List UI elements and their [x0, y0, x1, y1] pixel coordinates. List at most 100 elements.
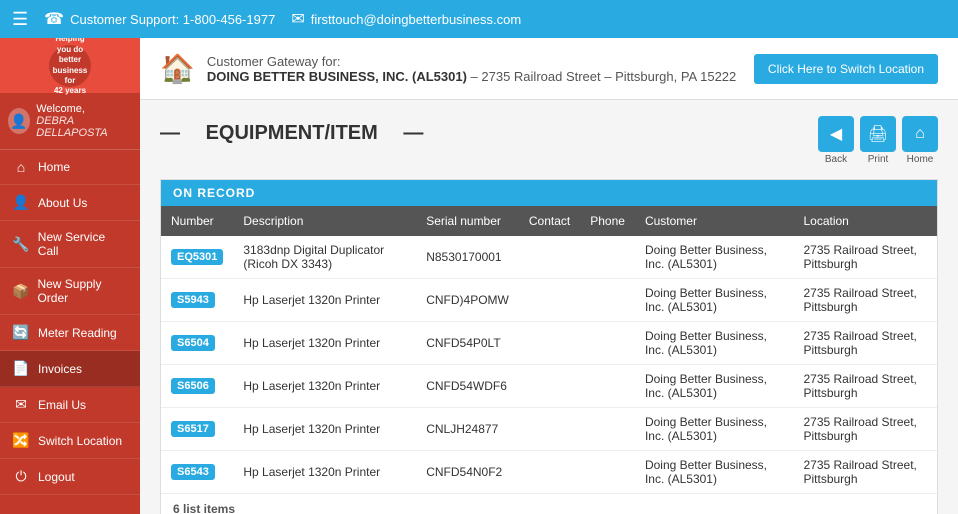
sidebar-item-service[interactable]: 🔧 New Service Call — [0, 221, 140, 268]
sidebar-item-switch[interactable]: 🔀 Switch Location — [0, 423, 140, 459]
top-bar: ☰ ☎ Customer Support: 1-800-456-1977 ✉ f… — [0, 0, 958, 38]
home-group: ⌂ Home — [902, 116, 938, 165]
print-group: 🖨 Print — [860, 116, 896, 165]
back-button[interactable]: ◀ — [818, 116, 854, 152]
cell-number: S5943 — [161, 279, 233, 322]
cell-contact — [519, 279, 580, 322]
sidebar-item-home[interactable]: ⌂ Home — [0, 150, 140, 185]
table-row: S6506Hp Laserjet 1320n PrinterCNFD54WDF6… — [161, 365, 937, 408]
cell-contact — [519, 408, 580, 451]
cell-phone — [580, 365, 635, 408]
cell-customer: Doing Better Business, Inc. (AL5301) — [635, 365, 794, 408]
cell-phone — [580, 451, 635, 494]
section-actions: ◀ Back 🖨 Print ⌂ Home — [818, 116, 938, 165]
gateway-address: – 2735 Railroad Street – Pittsburgh, PA … — [471, 69, 737, 84]
cell-serial: N8530170001 — [416, 236, 519, 279]
cell-customer: Doing Better Business, Inc. (AL5301) — [635, 279, 794, 322]
sidebar-item-logout-label: Logout — [38, 470, 75, 484]
sidebar-item-meter[interactable]: 🔄 Meter Reading — [0, 315, 140, 351]
cell-customer: Doing Better Business, Inc. (AL5301) — [635, 408, 794, 451]
cell-number: S6504 — [161, 322, 233, 365]
sidebar-nav: ⌂ Home 👤 About Us 🔧 New Service Call 📦 N… — [0, 150, 140, 495]
cell-customer: Doing Better Business, Inc. (AL5301) — [635, 236, 794, 279]
cell-number: S6506 — [161, 365, 233, 408]
table-row: S6543Hp Laserjet 1320n PrinterCNFD54N0F2… — [161, 451, 937, 494]
cell-contact — [519, 322, 580, 365]
col-number: Number — [161, 206, 233, 236]
logo-circle: Helping you do betterbusiness for42 year… — [49, 45, 91, 87]
welcome-label: Welcome, — [36, 103, 132, 115]
cell-serial: CNLJH24877 — [416, 408, 519, 451]
col-contact: Contact — [519, 206, 580, 236]
cell-description: Hp Laserjet 1320n Printer — [233, 365, 416, 408]
gateway-company: DOING BETTER BUSINESS, INC. (AL5301) — [207, 69, 467, 84]
cell-description: 3183dnp Digital Duplicator (Ricoh DX 334… — [233, 236, 416, 279]
cell-number: EQ5301 — [161, 236, 233, 279]
wrench-icon: 🔧 — [12, 236, 30, 253]
list-count: 6 list items — [161, 494, 937, 514]
sidebar-item-supply-label: New Supply Order — [37, 277, 128, 305]
back-group: ◀ Back — [818, 116, 854, 165]
gateway-label: Customer Gateway for: — [207, 54, 736, 69]
sidebar: Helping you do betterbusiness for42 year… — [0, 38, 140, 514]
title-text: EQUIPMENT/ITEM — [206, 122, 378, 145]
cell-description: Hp Laserjet 1320n Printer — [233, 322, 416, 365]
col-location: Location — [793, 206, 937, 236]
cell-phone — [580, 322, 635, 365]
col-serial: Serial number — [416, 206, 519, 236]
cell-phone — [580, 236, 635, 279]
sidebar-item-email-label: Email Us — [38, 398, 86, 412]
cell-location: 2735 Railroad Street, Pittsburgh — [793, 408, 937, 451]
print-label: Print — [868, 154, 889, 165]
cell-contact — [519, 236, 580, 279]
meter-icon: 🔄 — [12, 324, 30, 341]
sidebar-item-home-label: Home — [38, 160, 70, 174]
cell-contact — [519, 451, 580, 494]
cell-customer: Doing Better Business, Inc. (AL5301) — [635, 451, 794, 494]
customer-gateway: 🏠 Customer Gateway for: DOING BETTER BUS… — [140, 38, 958, 100]
invoice-icon: 📄 — [12, 360, 30, 377]
equipment-badge[interactable]: S6517 — [171, 421, 215, 437]
cell-description: Hp Laserjet 1320n Printer — [233, 279, 416, 322]
cell-description: Hp Laserjet 1320n Printer — [233, 408, 416, 451]
table-row: S5943Hp Laserjet 1320n PrinterCNFD)4POMW… — [161, 279, 937, 322]
equipment-badge[interactable]: S6504 — [171, 335, 215, 351]
sidebar-item-service-label: New Service Call — [38, 230, 128, 258]
cell-phone — [580, 408, 635, 451]
main-layout: Helping you do betterbusiness for42 year… — [0, 38, 958, 514]
cell-customer: Doing Better Business, Inc. (AL5301) — [635, 322, 794, 365]
sidebar-item-logout[interactable]: ⏻ Logout — [0, 459, 140, 495]
cell-contact — [519, 365, 580, 408]
equipment-badge[interactable]: EQ5301 — [171, 249, 223, 265]
support-phone: ☎ Customer Support: 1-800-456-1977 — [44, 9, 275, 29]
equipment-table-wrapper: ON RECORD Number Description Serial numb… — [160, 179, 938, 514]
sidebar-item-invoices[interactable]: 📄 Invoices — [0, 351, 140, 387]
title-prefix: — — [160, 122, 180, 145]
sidebar-item-meter-label: Meter Reading — [38, 326, 117, 340]
hamburger-icon[interactable]: ☰ — [12, 9, 28, 30]
cell-location: 2735 Railroad Street, Pittsburgh — [793, 279, 937, 322]
phone-icon: ☎ — [44, 9, 64, 29]
equipment-badge[interactable]: S6543 — [171, 464, 215, 480]
equipment-badge[interactable]: S6506 — [171, 378, 215, 394]
table-row: S6504 Hp Laserjet 1320n PrinterCNFD54P0LT… — [161, 322, 937, 365]
sidebar-logo: Helping you do betterbusiness for42 year… — [0, 38, 140, 93]
table-row: S6517 Hp Laserjet 1320n PrinterCNLJH24877… — [161, 408, 937, 451]
equipment-badge[interactable]: S5943 — [171, 292, 215, 308]
title-suffix: — — [403, 122, 423, 145]
switch-icon: 🔀 — [12, 432, 30, 449]
section-title: — EQUIPMENT/ITEM — — [160, 122, 423, 145]
cell-serial: CNFD54P0LT — [416, 322, 519, 365]
on-record-header: ON RECORD — [161, 180, 937, 206]
sidebar-item-supply[interactable]: 📦 New Supply Order — [0, 268, 140, 315]
col-description: Description — [233, 206, 416, 236]
sidebar-item-email[interactable]: ✉ Email Us — [0, 387, 140, 423]
home-button[interactable]: ⌂ — [902, 116, 938, 152]
email-icon: ✉ — [291, 9, 304, 29]
switch-location-button[interactable]: Click Here to Switch Location — [754, 54, 938, 84]
box-icon: 📦 — [12, 283, 29, 300]
sidebar-item-about-label: About Us — [38, 196, 87, 210]
print-button[interactable]: 🖨 — [860, 116, 896, 152]
sidebar-item-about[interactable]: 👤 About Us — [0, 185, 140, 221]
mail-icon: ✉ — [12, 396, 30, 413]
